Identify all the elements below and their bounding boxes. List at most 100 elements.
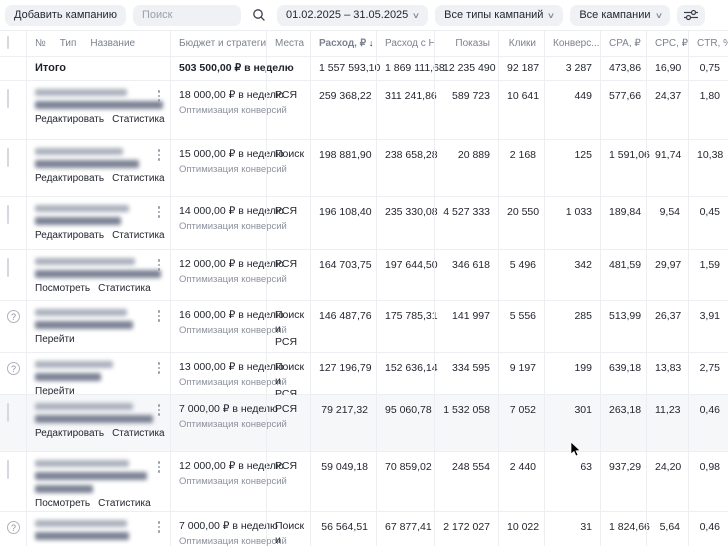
strategy-label: Оптимизация конверсий xyxy=(179,536,287,546)
strategy-label: Оптимизация конверсий xyxy=(179,105,287,116)
row-action-link[interactable]: Посмотреть xyxy=(35,283,90,294)
col-spend[interactable]: Расход, ₽ ↓ xyxy=(310,31,376,56)
col-number[interactable]: № xyxy=(35,38,46,49)
conversions-value: 301 xyxy=(544,395,600,451)
row-actions: Редактировать Статистика xyxy=(35,173,165,184)
budget-value: 16 000,00 ₽ в неделю xyxy=(179,309,284,321)
budget-cell: 7 000,00 ₽ в неделю Оптимизация конверсий xyxy=(170,512,287,546)
cpc-value: 11,23 xyxy=(646,395,688,451)
row-action-link[interactable]: Статистика xyxy=(112,230,165,241)
col-impressions[interactable]: Показы xyxy=(434,31,498,56)
budget-cell: 18 000,00 ₽ в неделю Оптимизация конверси… xyxy=(170,81,287,139)
redacted-campaign-name xyxy=(35,309,127,316)
row-action-link[interactable]: Редактировать xyxy=(35,428,104,439)
search-icon[interactable] xyxy=(248,8,270,22)
help-icon[interactable]: ? xyxy=(7,310,20,323)
kebab-menu-icon[interactable] xyxy=(153,149,165,161)
campaign-name-cell: Посмотреть Статистика xyxy=(26,452,170,513)
col-places[interactable]: Места xyxy=(266,31,310,56)
row-action-link[interactable]: Статистика xyxy=(112,114,165,125)
row-checkbox[interactable] xyxy=(7,460,9,479)
col-ctr[interactable]: CTR, % xyxy=(688,31,728,56)
spend-value: 59 049,18 xyxy=(310,452,376,513)
redacted-campaign-name xyxy=(35,321,133,329)
kebab-menu-icon[interactable] xyxy=(153,310,165,322)
select-all-checkbox[interactable] xyxy=(7,36,9,49)
column-settings-button[interactable] xyxy=(677,4,706,26)
col-name[interactable]: Название xyxy=(90,38,135,49)
spend-vat-value: 95 060,78 xyxy=(376,395,434,451)
kebab-menu-icon[interactable] xyxy=(153,521,165,533)
campaign-filter[interactable]: Все кампании ∨ xyxy=(570,4,671,26)
chevron-down-icon: ∨ xyxy=(547,10,556,20)
conversions-value: 342 xyxy=(544,250,600,300)
totals-cpa: 473,86 xyxy=(600,57,646,80)
row-checkbox[interactable] xyxy=(7,258,9,277)
row-action-link[interactable]: Статистика xyxy=(112,428,165,439)
strategy-label: Оптимизация конверсий xyxy=(179,164,287,175)
table-row: Редактировать Статистика 7 000,00 ₽ в неде… xyxy=(0,395,728,452)
clicks-value: 20 550 xyxy=(498,197,544,249)
row-checkbox[interactable] xyxy=(7,403,9,422)
row-action-link[interactable]: Редактировать xyxy=(35,173,104,184)
row-select-cell: ? xyxy=(0,301,26,354)
table-header: № Тип Название Бюджет и стратегия Места … xyxy=(0,30,728,57)
col-spend-vat[interactable]: Расход с Н... xyxy=(376,31,434,56)
campaigns-page: Добавить кампанию 01.02.2025 – 31.05.202… xyxy=(0,0,728,546)
campaign-type-filter[interactable]: Все типы кампаний ∨ xyxy=(435,4,564,26)
col-clicks[interactable]: Клики xyxy=(498,31,544,56)
row-select-cell xyxy=(0,81,26,139)
col-conversions[interactable]: Конверс... xyxy=(544,31,600,56)
help-icon[interactable]: ? xyxy=(7,362,20,375)
campaign-name-cell: Редактировать Статистика xyxy=(26,140,170,196)
cpa-value: 481,59 xyxy=(600,250,646,300)
row-action-link[interactable]: Статистика xyxy=(112,173,165,184)
row-checkbox[interactable] xyxy=(7,148,9,167)
search-input[interactable] xyxy=(132,4,241,26)
places-cell: Поиск xyxy=(266,140,310,196)
add-campaign-button[interactable]: Добавить кампанию xyxy=(5,4,126,26)
row-action-link[interactable]: Редактировать xyxy=(35,114,104,125)
kebab-menu-icon[interactable] xyxy=(153,259,165,271)
col-type[interactable]: Тип xyxy=(60,38,77,49)
table-row: ? Перейти 16 000,00 ₽ в неделю Оптимизация … xyxy=(0,301,728,354)
kebab-menu-icon[interactable] xyxy=(153,404,165,416)
totals-row: Итого 503 500,00 ₽ в неделю 1 557 593,10… xyxy=(0,57,728,81)
redacted-campaign-name xyxy=(35,373,101,381)
row-action-link[interactable]: Редактировать xyxy=(35,230,104,241)
cpa-value: 263,18 xyxy=(600,395,646,451)
totals-spend-vat: 1 869 111,68 xyxy=(376,57,445,80)
spend-value: 164 703,75 xyxy=(310,250,376,300)
budget-value: 7 000,00 ₽ в неделю xyxy=(179,403,278,415)
impressions-value: 346 618 xyxy=(434,250,498,300)
redacted-campaign-name xyxy=(35,270,161,278)
places-cell: РСЯ xyxy=(266,250,310,300)
date-range-picker[interactable]: 01.02.2025 – 31.05.2025 ∨ xyxy=(276,4,429,26)
table-row: Редактировать Статистика 15 000,00 ₽ в нед… xyxy=(0,140,728,197)
row-action-link[interactable]: Статистика xyxy=(98,498,151,509)
cpc-value: 9,54 xyxy=(646,197,688,249)
places-cell: Поиск и РСЯ xyxy=(266,512,310,546)
col-cpa[interactable]: CPA, ₽ xyxy=(600,31,646,56)
kebab-menu-icon[interactable] xyxy=(153,362,165,374)
row-checkbox[interactable] xyxy=(7,205,9,224)
row-checkbox[interactable] xyxy=(7,89,9,108)
col-budget[interactable]: Бюджет и стратегия xyxy=(170,31,266,56)
row-actions: Посмотреть Статистика xyxy=(35,498,154,509)
spend-vat-value: 67 877,41 xyxy=(376,512,434,546)
row-action-link[interactable]: Перейти xyxy=(35,334,75,345)
kebab-menu-icon[interactable] xyxy=(153,206,165,218)
places-cell: РСЯ xyxy=(266,452,310,513)
totals-spend: 1 557 593,10 xyxy=(310,57,380,80)
help-icon[interactable]: ? xyxy=(7,521,20,534)
redacted-campaign-name xyxy=(35,485,93,493)
kebab-menu-icon[interactable] xyxy=(153,461,165,473)
col-cpc[interactable]: CPC, ₽ xyxy=(646,31,688,56)
row-select-cell xyxy=(0,395,26,451)
redacted-campaign-name xyxy=(35,217,121,225)
date-range-label: 01.02.2025 – 31.05.2025 xyxy=(285,9,409,21)
kebab-menu-icon[interactable] xyxy=(153,90,165,102)
ctr-value: 1,59 xyxy=(688,250,728,300)
row-action-link[interactable]: Статистика xyxy=(98,283,151,294)
row-action-link[interactable]: Посмотреть xyxy=(35,498,90,509)
